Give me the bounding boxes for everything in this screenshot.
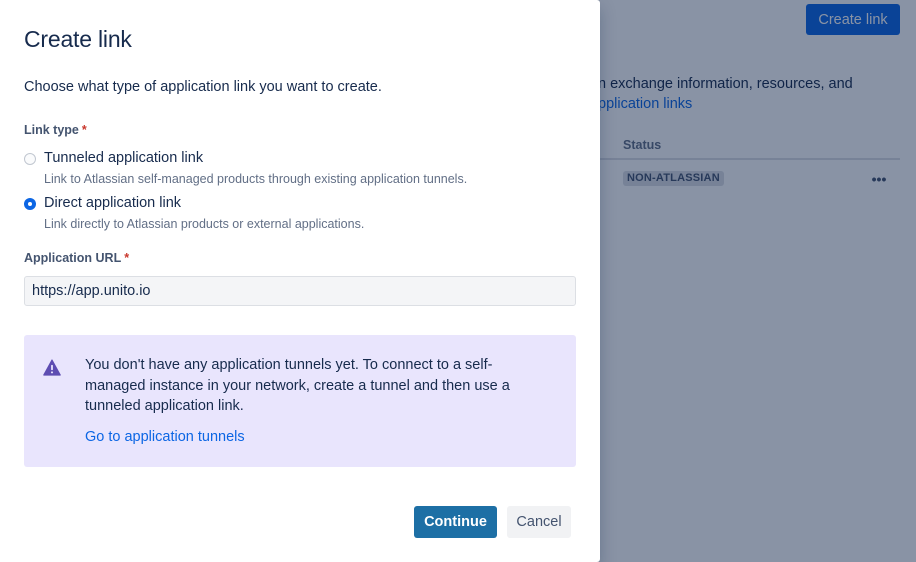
application-url-label-text: Application URL — [24, 251, 122, 265]
continue-button[interactable]: Continue — [414, 506, 497, 538]
notice-message: You don't have any application tunnels y… — [85, 357, 510, 414]
radio-tunneled-help: Link to Atlassian self-managed products … — [44, 172, 468, 186]
radio-tunneled-link[interactable] — [24, 153, 36, 165]
tunnels-notice: You don't have any application tunnels y… — [24, 335, 576, 467]
link-type-label: Link type * — [24, 123, 87, 137]
radio-option-tunneled[interactable]: Tunneled application link Link to Atlass… — [24, 149, 467, 187]
application-url-label: Application URL * — [24, 251, 129, 265]
cancel-button[interactable]: Cancel — [507, 506, 571, 538]
go-to-tunnels-link[interactable]: Go to application tunnels — [85, 429, 245, 445]
radio-direct-link[interactable] — [24, 198, 36, 210]
warning-icon — [43, 359, 61, 376]
radio-tunneled-label: Tunneled application link — [44, 150, 204, 166]
required-marker: * — [81, 123, 87, 137]
modal-intro-text: Choose what type of application link you… — [24, 79, 382, 95]
create-link-modal: Create link Choose what type of applicat… — [0, 0, 600, 562]
radio-direct-label: Direct application link — [44, 195, 182, 211]
required-marker: * — [124, 251, 130, 265]
radio-option-text: Direct application link Link directly to… — [44, 194, 364, 232]
link-type-label-text: Link type — [24, 123, 79, 137]
radio-direct-help: Link directly to Atlassian products or e… — [44, 217, 365, 231]
radio-option-direct[interactable]: Direct application link Link directly to… — [24, 194, 364, 232]
application-url-input[interactable] — [24, 276, 576, 306]
modal-title: Create link — [24, 26, 132, 52]
radio-option-text: Tunneled application link Link to Atlass… — [44, 149, 467, 187]
